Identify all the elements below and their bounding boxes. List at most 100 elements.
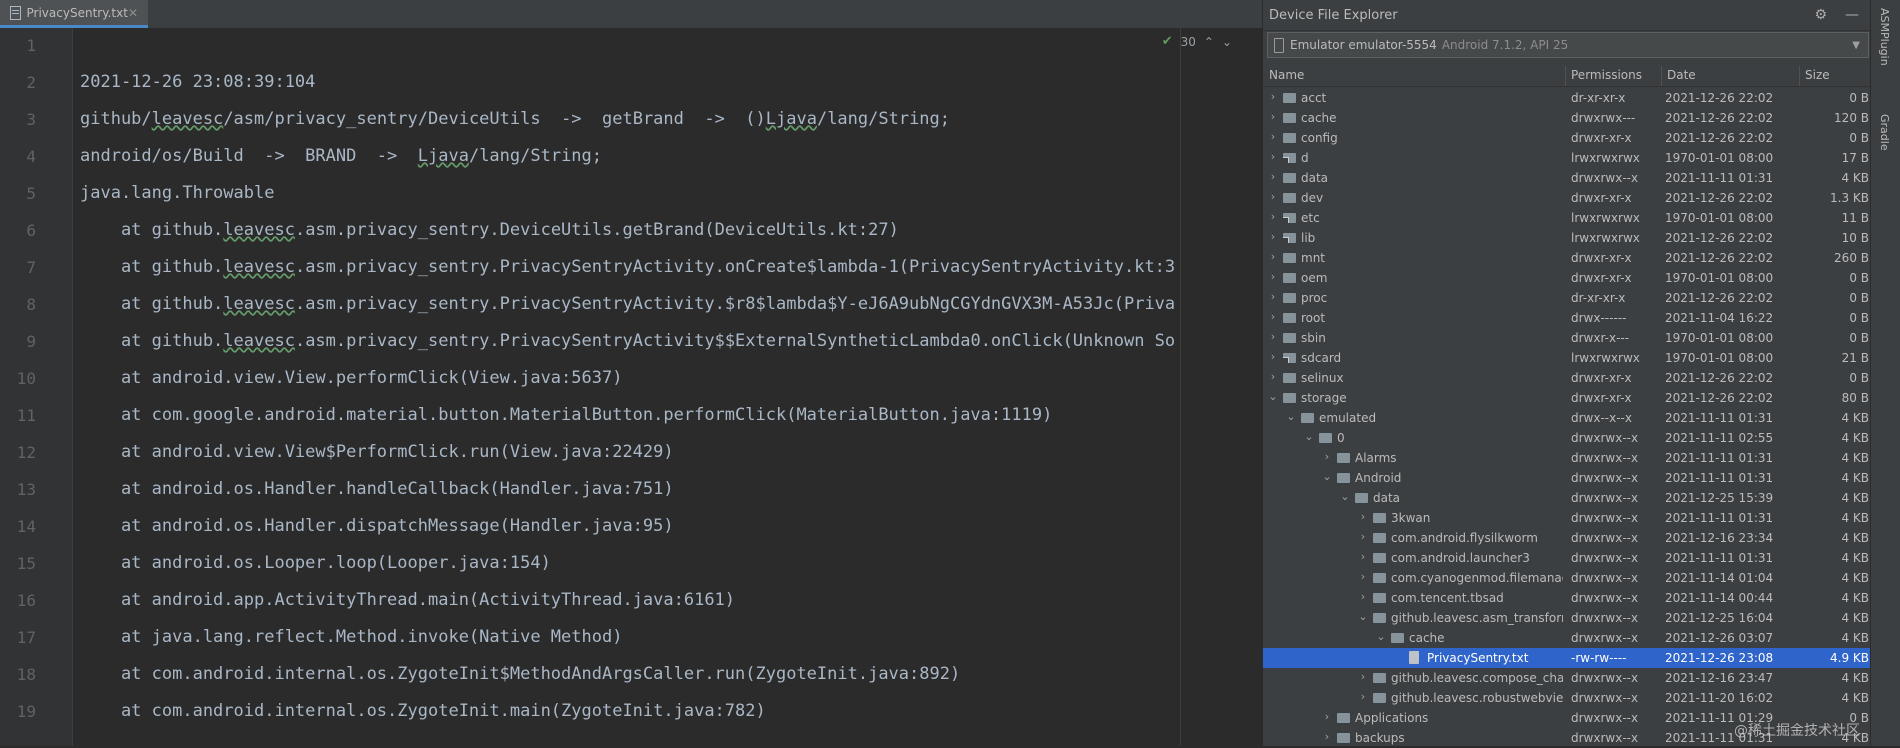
tree-row[interactable]: PrivacySentry.txt -rw-rw---- 2021-12-26 23… <box>1263 648 1871 668</box>
tree-row[interactable]: › Alarms drwxrwx--x 2021-11-11 01:31 4 KB <box>1263 448 1871 468</box>
chevron-up-icon[interactable]: ⌃ <box>1204 35 1214 49</box>
tree-row[interactable]: › config drwxr-xr-x 2021-12-26 22:02 0 B <box>1263 128 1871 148</box>
chevron-right-icon[interactable]: › <box>1267 110 1279 123</box>
file-name: 3kwan <box>1391 511 1431 525</box>
close-icon[interactable]: ✕ <box>128 6 138 20</box>
tree-row[interactable]: › etc lrwxrwxrwx 1970-01-01 08:00 11 B <box>1263 208 1871 228</box>
tree-row[interactable]: › github.leavesc.robustwebview drwxrwx--x 2… <box>1263 688 1871 708</box>
column-date[interactable]: Date <box>1667 68 1696 82</box>
file-size: 4 KB <box>1841 171 1869 185</box>
tab-privacy-sentry[interactable]: PrivacySentry.txt ✕ <box>0 0 148 28</box>
line-number: 8 <box>26 295 36 314</box>
column-name[interactable]: Name <box>1269 68 1304 82</box>
file-name: data <box>1373 491 1401 505</box>
chevron-right-icon[interactable]: › <box>1267 290 1279 303</box>
tree-row[interactable]: ⌄ cache drwxrwx--x 2021-12-26 03:07 4 KB <box>1263 628 1871 648</box>
tree-row[interactable]: ⌄ Android drwxrwx--x 2021-11-11 01:31 4 KB <box>1263 468 1871 488</box>
file-permissions: drwxrwx--x <box>1571 671 1639 685</box>
file-permissions: drwxrwx--x <box>1571 731 1639 745</box>
chevron-right-icon[interactable]: › <box>1321 450 1333 463</box>
tree-row[interactable]: ⌄ storage drwxr-xr-x 2021-12-26 22:02 80 B <box>1263 388 1871 408</box>
tree-row[interactable]: › com.cyanogenmod.filemanag drwxrwx--x 2021… <box>1263 568 1871 588</box>
tree-row[interactable]: ⌄ 0 drwxrwx--x 2021-11-11 02:55 4 KB <box>1263 428 1871 448</box>
line-number: 6 <box>26 221 36 240</box>
tree-row[interactable]: › oem drwxr-xr-x 1970-01-01 08:00 0 B <box>1263 268 1871 288</box>
tree-row[interactable]: ⌄ data drwxrwx--x 2021-12-25 15:39 4 KB <box>1263 488 1871 508</box>
column-permissions[interactable]: Permissions <box>1571 68 1642 82</box>
chevron-right-icon[interactable]: › <box>1357 530 1369 543</box>
chevron-down-icon[interactable]: ⌄ <box>1267 390 1279 403</box>
chevron-right-icon[interactable]: › <box>1321 710 1333 723</box>
chevron-right-icon[interactable]: › <box>1357 510 1369 523</box>
tree-row[interactable]: › com.tencent.tbsad drwxrwx--x 2021-11-14 0… <box>1263 588 1871 608</box>
chevron-right-icon[interactable]: › <box>1267 190 1279 203</box>
tree-row[interactable]: › mnt drwxr-xr-x 2021-12-26 22:02 260 B <box>1263 248 1871 268</box>
chevron-right-icon[interactable]: › <box>1321 730 1333 743</box>
chevron-right-icon[interactable]: › <box>1267 330 1279 343</box>
minimize-icon[interactable]: — <box>1845 7 1859 23</box>
chevron-right-icon[interactable]: › <box>1267 210 1279 223</box>
tree-row[interactable]: › acct dr-xr-xr-x 2021-12-26 22:02 0 B <box>1263 88 1871 108</box>
tab-label: PrivacySentry.txt <box>26 5 128 20</box>
tree-row[interactable]: › lib lrwxrwxrwx 2021-12-26 22:02 10 B <box>1263 228 1871 248</box>
file-name: d <box>1301 151 1309 165</box>
chevron-right-icon[interactable]: › <box>1267 270 1279 283</box>
tree-row[interactable]: ⌄ github.leavesc.asm_transform drwxrwx--x 2… <box>1263 608 1871 628</box>
tree-row[interactable]: › com.android.launcher3 drwxrwx--x 2021-11-… <box>1263 548 1871 568</box>
file-size: 0 B <box>1849 371 1869 385</box>
file-name: proc <box>1301 291 1328 305</box>
code-line: at com.android.internal.os.ZygoteInit$Me… <box>80 664 961 684</box>
file-date: 2021-12-26 22:02 <box>1665 111 1774 125</box>
chevron-right-icon[interactable]: › <box>1357 550 1369 563</box>
tree-row[interactable]: › root drwx------ 2021-11-04 16:22 0 B <box>1263 308 1871 328</box>
chevron-down-icon[interactable]: ⌄ <box>1285 410 1297 423</box>
chevron-right-icon[interactable]: › <box>1357 690 1369 703</box>
device-selector[interactable]: Emulator emulator-5554 Android 7.1.2, AP… <box>1267 32 1869 58</box>
chevron-right-icon[interactable]: › <box>1267 130 1279 143</box>
text-editor[interactable]: 1 2 3 4 5 6 7 8 9 10 11 12 13 14 15 16 17 18 19 ✔ 30 ⌃ ⌄ 2… <box>0 28 1262 746</box>
gear-icon[interactable]: ⚙ <box>1814 7 1827 23</box>
chevron-right-icon[interactable]: › <box>1267 90 1279 103</box>
chevron-right-icon[interactable]: › <box>1267 250 1279 263</box>
line-number: 10 <box>16 369 36 388</box>
chevron-down-icon[interactable]: ⌄ <box>1321 470 1333 483</box>
chevron-right-icon[interactable]: › <box>1267 230 1279 243</box>
chevron-right-icon[interactable]: › <box>1357 590 1369 603</box>
tree-row[interactable]: ⌄ emulated drwx--x--x 2021-11-11 01:31 4 KB <box>1263 408 1871 428</box>
tree-row[interactable]: › 3kwan drwxrwx--x 2021-11-11 01:31 4 KB <box>1263 508 1871 528</box>
chevron-down-icon[interactable]: ⌄ <box>1375 630 1387 643</box>
file-name: emulated <box>1319 411 1377 425</box>
tree-row[interactable]: › selinux drwxr-xr-x 2021-12-26 22:02 0 B <box>1263 368 1871 388</box>
chevron-right-icon[interactable]: › <box>1267 150 1279 163</box>
symlink-folder-icon <box>1283 233 1296 243</box>
tree-row[interactable]: › d lrwxrwxrwx 1970-01-01 08:00 17 B <box>1263 148 1871 168</box>
file-date: 2021-11-11 01:31 <box>1665 451 1774 465</box>
chevron-down-icon[interactable]: ⌄ <box>1339 490 1351 503</box>
tab-asm-plugin[interactable]: ASMPlugin <box>1878 8 1891 66</box>
tool-window-title: Device File Explorer <box>1269 7 1398 23</box>
tab-gradle[interactable]: Gradle <box>1878 114 1891 151</box>
file-name: backups <box>1355 731 1405 745</box>
tree-row[interactable]: › github.leavesc.compose_chat drwxrwx--x 20… <box>1263 668 1871 688</box>
file-date: 2021-12-26 22:02 <box>1665 251 1774 265</box>
tree-row[interactable]: › sbin drwxr-x--- 1970-01-01 08:00 0 B <box>1263 328 1871 348</box>
tree-row[interactable]: › dev drwxr-xr-x 2021-12-26 22:02 1.3 KB <box>1263 188 1871 208</box>
chevron-right-icon[interactable]: › <box>1357 670 1369 683</box>
chevron-right-icon[interactable]: › <box>1267 350 1279 363</box>
chevron-down-icon[interactable]: ⌄ <box>1357 610 1369 623</box>
chevron-right-icon[interactable]: › <box>1357 570 1369 583</box>
chevron-right-icon[interactable]: › <box>1267 370 1279 383</box>
chevron-down-icon[interactable]: ⌄ <box>1222 35 1232 49</box>
chevron-down-icon[interactable]: ⌄ <box>1303 430 1315 443</box>
tree-row[interactable]: › proc dr-xr-xr-x 2021-12-26 22:02 0 B <box>1263 288 1871 308</box>
tree-row[interactable]: › data drwxrwx--x 2021-11-11 01:31 4 KB <box>1263 168 1871 188</box>
tree-row[interactable]: › com.android.flysilkworm drwxrwx--x 2021-1… <box>1263 528 1871 548</box>
column-size[interactable]: Size <box>1805 68 1830 82</box>
tree-row[interactable]: › sdcard lrwxrwxrwx 1970-01-01 08:00 21 B <box>1263 348 1871 368</box>
inspection-widget[interactable]: ✔ 30 ⌃ ⌄ <box>1162 34 1232 49</box>
file-date: 2021-11-11 01:31 <box>1665 551 1774 565</box>
chevron-right-icon[interactable]: › <box>1267 170 1279 183</box>
folder-icon <box>1373 553 1386 563</box>
tree-row[interactable]: › cache drwxrwx--- 2021-12-26 22:02 120 B <box>1263 108 1871 128</box>
chevron-right-icon[interactable]: › <box>1267 310 1279 323</box>
